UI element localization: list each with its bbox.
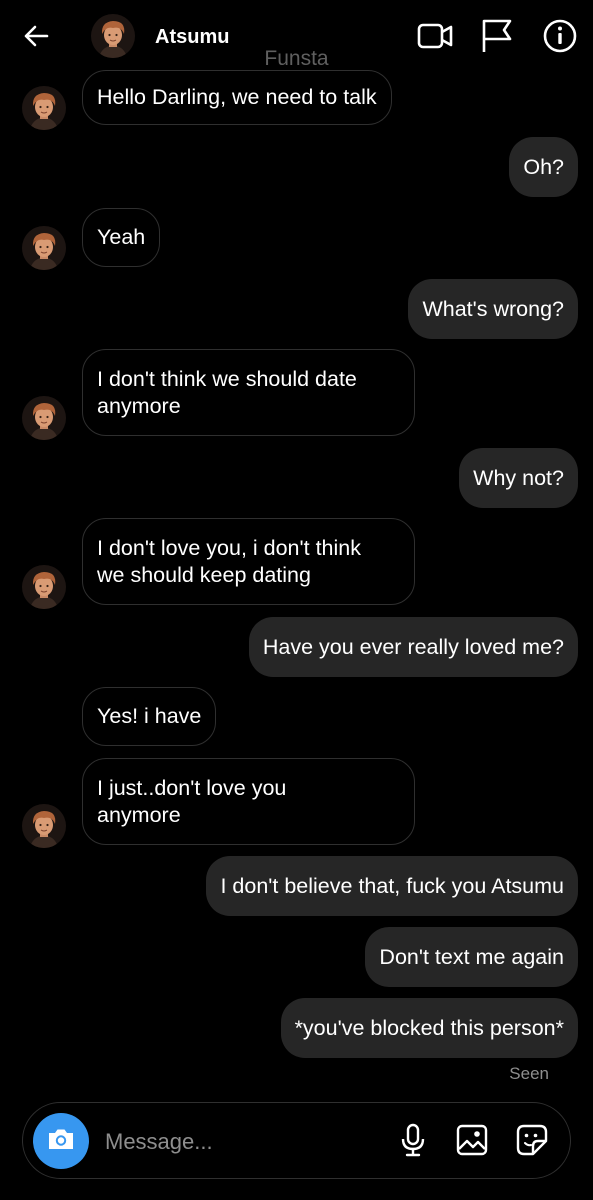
message-text-line: we should keep dating <box>97 562 311 587</box>
message-text-line: I don't love you, i don't think <box>97 535 361 560</box>
incoming-message-bubble[interactable]: Yeah <box>82 208 161 267</box>
message-text: What's wrong? <box>422 296 564 321</box>
outgoing-message-bubble[interactable]: What's wrong? <box>408 279 578 339</box>
message-list[interactable]: Hello Darling, we need to talk Oh? Yeah … <box>0 0 593 1100</box>
sender-avatar[interactable] <box>22 804 66 848</box>
incoming-message-bubble[interactable]: I just..don't love you anymore <box>82 758 415 845</box>
seen-status: Seen <box>509 1064 549 1083</box>
incoming-message-bubble[interactable]: Hello Darling, we need to talk <box>82 70 392 125</box>
outgoing-message-bubble[interactable]: Don't text me again <box>365 927 578 987</box>
message-text-line: I don't think we should date <box>97 366 357 391</box>
message-text: Have you ever really loved me? <box>262 634 564 659</box>
message-text: Hello Darling, we need to talk <box>97 85 377 109</box>
message-text: Why not? <box>473 465 564 490</box>
microphone-icon[interactable] <box>395 1122 431 1158</box>
gallery-icon[interactable] <box>454 1122 490 1158</box>
camera-button[interactable] <box>33 1113 89 1169</box>
incoming-message-bubble[interactable]: I don't love you, i don't think we shoul… <box>82 518 415 605</box>
outgoing-message-bubble[interactable]: I don't believe that, fuck you Atsumu <box>206 856 578 916</box>
message-text: Oh? <box>523 154 564 179</box>
message-text: Don't text me again <box>379 944 564 969</box>
sender-avatar[interactable] <box>22 396 66 440</box>
message-text: Yes! i have <box>97 704 202 728</box>
sender-avatar[interactable] <box>22 226 66 270</box>
outgoing-message-bubble[interactable]: Why not? <box>459 448 578 508</box>
message-text: Yeah <box>97 225 146 249</box>
message-text-line: anymore <box>97 393 181 418</box>
message-text-line: anymore <box>97 802 181 827</box>
outgoing-message-bubble[interactable]: *you've blocked this person* <box>280 998 578 1058</box>
incoming-message-bubble[interactable]: Yes! i have <box>82 687 217 746</box>
sticker-icon[interactable] <box>514 1122 550 1158</box>
message-input[interactable] <box>103 1125 377 1159</box>
message-text: I don't believe that, fuck you Atsumu <box>220 873 564 898</box>
sender-avatar[interactable] <box>22 86 66 130</box>
message-text: *you've blocked this person* <box>294 1015 564 1040</box>
incoming-message-bubble[interactable]: I don't think we should date anymore <box>82 349 415 436</box>
outgoing-message-bubble[interactable]: Oh? <box>509 137 578 197</box>
message-composer <box>22 1102 571 1179</box>
message-text-line: I just..don't love you <box>97 775 287 800</box>
sender-avatar[interactable] <box>22 565 66 609</box>
camera-icon <box>46 1124 76 1159</box>
outgoing-message-bubble[interactable]: Have you ever really loved me? <box>248 617 578 677</box>
